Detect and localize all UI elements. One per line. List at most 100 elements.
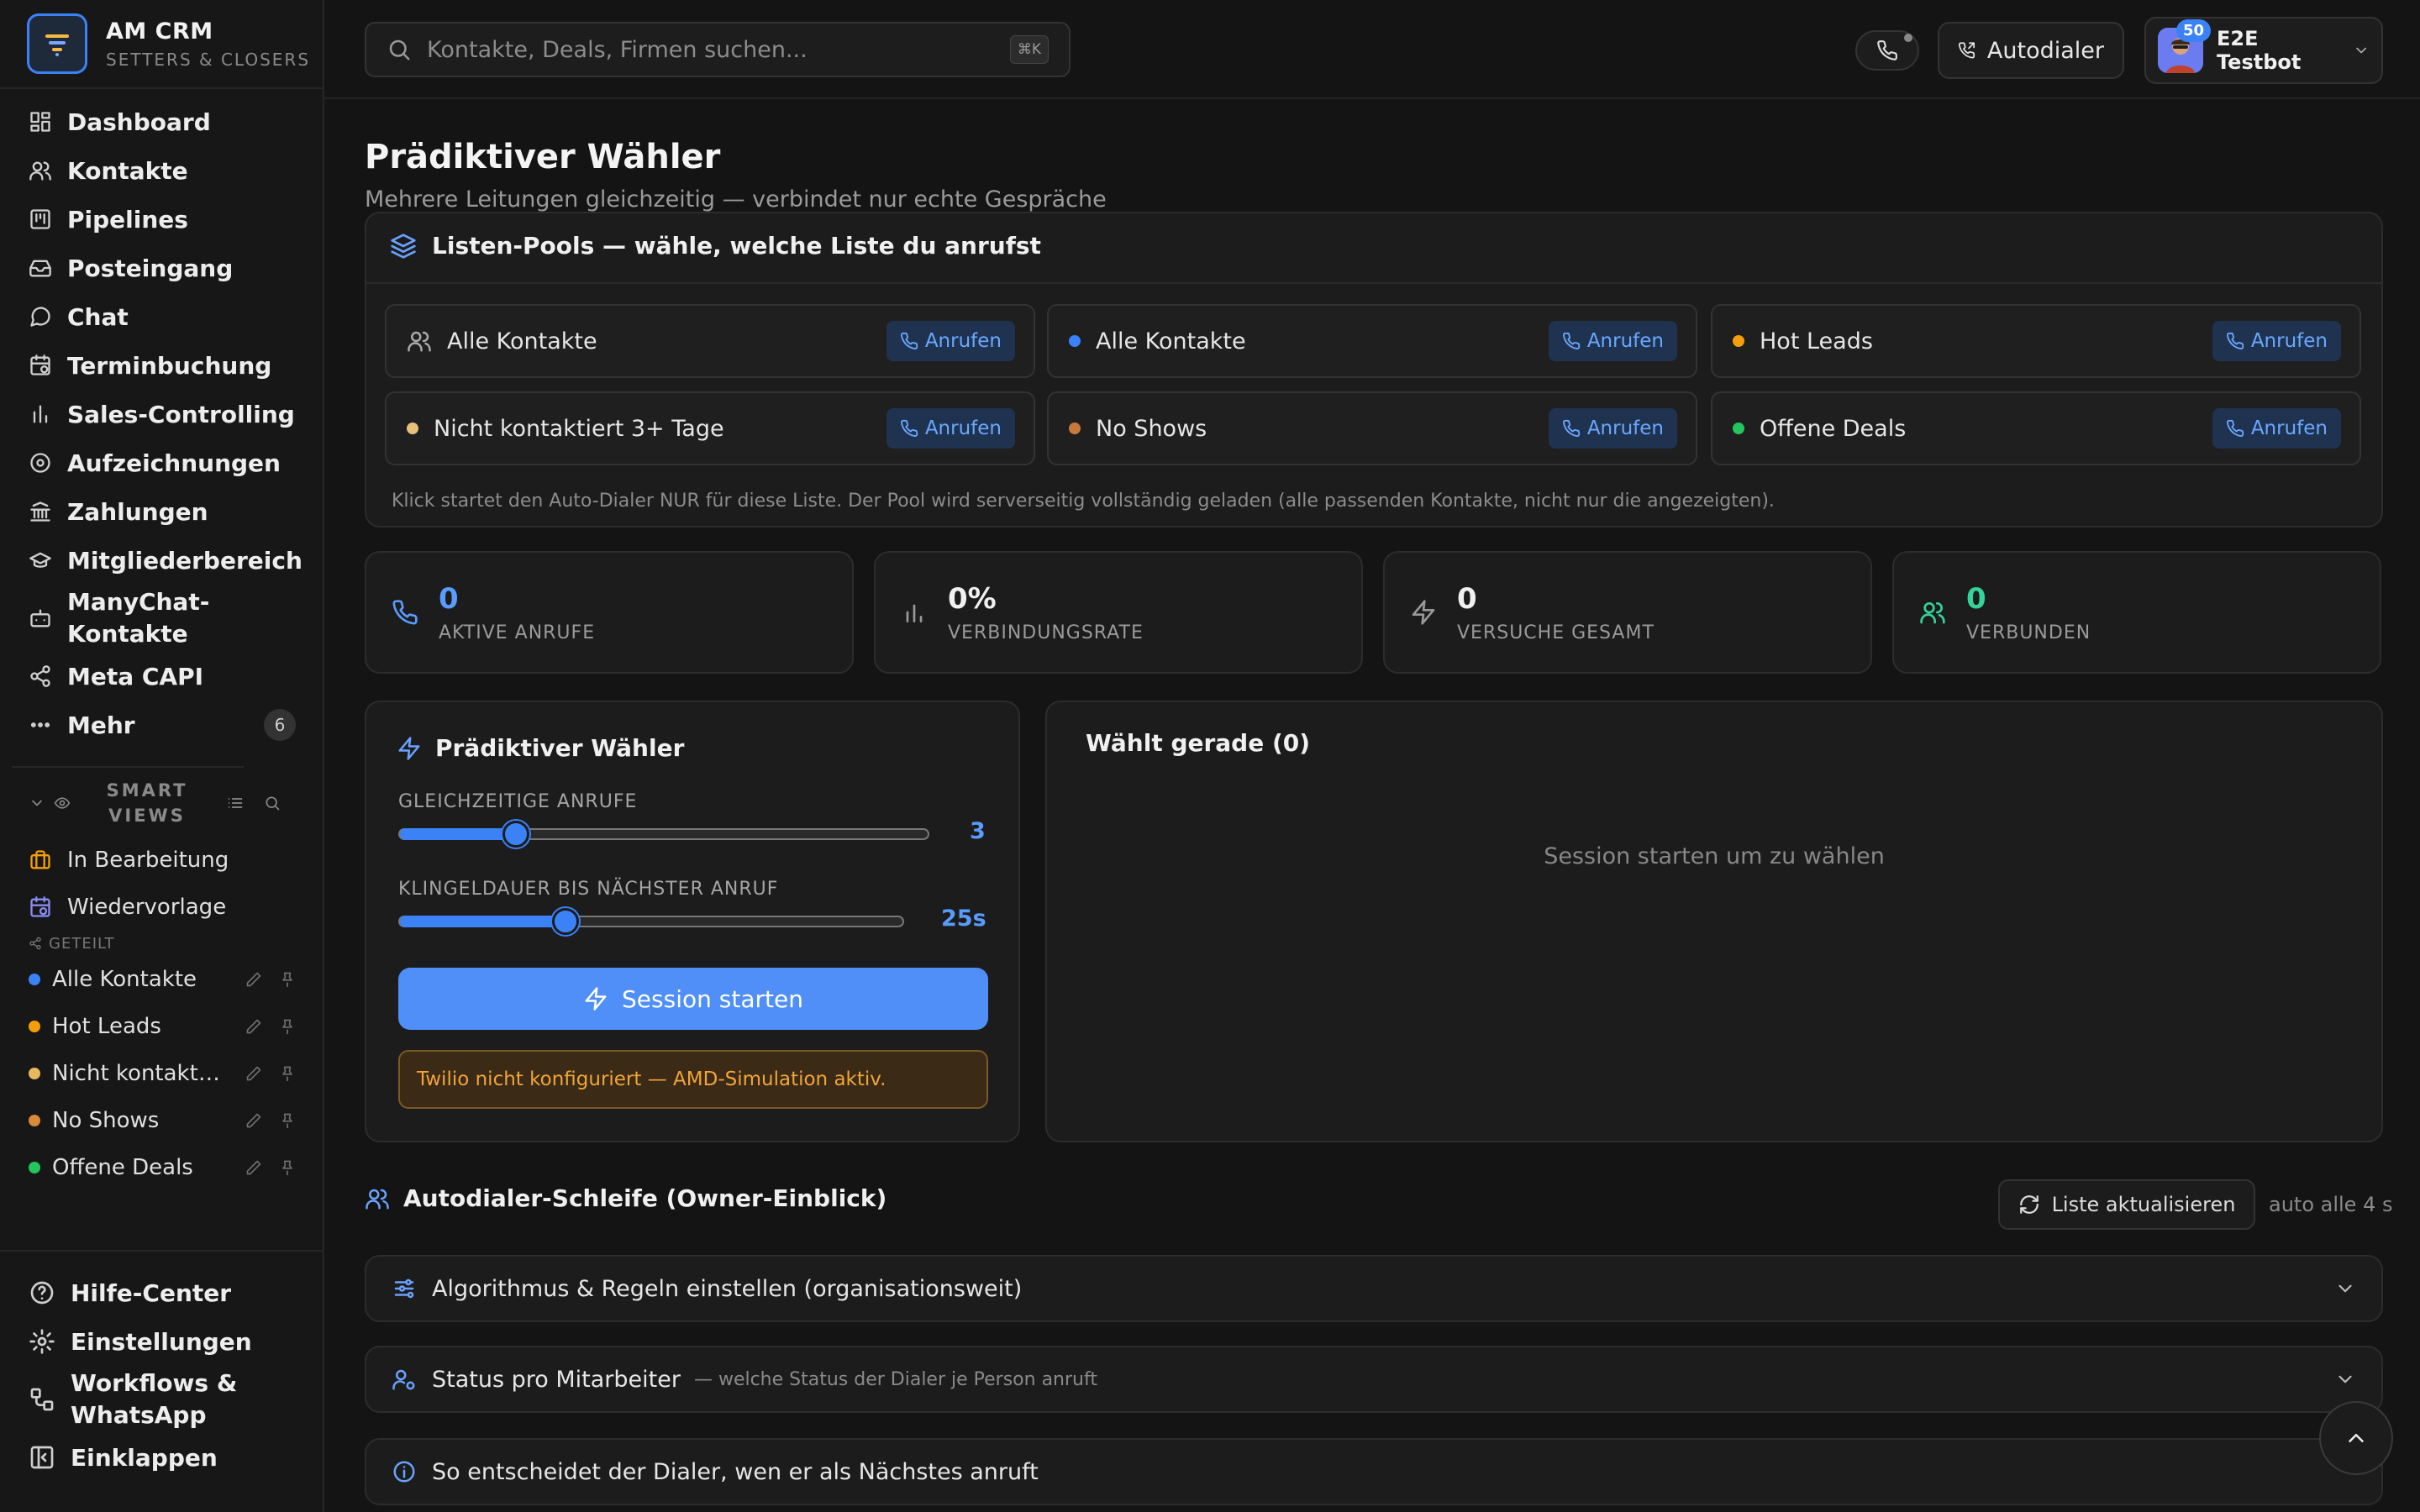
nav-aufzeichnungen[interactable]: Aufzeichnungen [0,438,324,487]
accordion-title: Status pro Mitarbeiter [432,1366,681,1393]
pool-offene-deals[interactable]: Offene Deals Anrufen [1711,391,2361,465]
refresh-list-button[interactable]: Liste aktualisieren [1998,1179,2255,1230]
pool-call-button[interactable]: Anrufen [1548,321,1677,361]
nav-chat-label: Chat [67,302,129,331]
search-input[interactable] [427,36,995,63]
pin-icon[interactable] [279,1159,296,1176]
autodialer-button[interactable]: Autodialer [1938,22,2124,79]
pin-icon[interactable] [279,1112,296,1129]
edit-pencil-icon[interactable] [245,1018,262,1035]
smart-view-wiedervorlage[interactable]: Wiedervorlage [0,884,324,931]
pin-icon[interactable] [279,971,296,988]
users-icon [1920,602,1945,624]
pools-title: Listen-Pools — wähle, welche Liste du an… [432,232,1041,260]
edit-pencil-icon[interactable] [245,971,262,988]
nav-einklappen[interactable]: Einklappen [0,1433,324,1482]
shared-view-nicht-kontaktiert[interactable]: Nicht kontaktiert 3+ Tage [0,1050,324,1097]
calendar-clock-icon [30,896,50,917]
user-name: E2E Testbot [2217,27,2302,74]
accordion-how-dialer-decides[interactable]: So entscheidet der Dialer, wen er als Nä… [365,1438,2383,1505]
sliders-icon [394,1278,414,1299]
nav-einstellungen[interactable]: Einstellungen [0,1317,324,1366]
nav-kontakte[interactable]: Kontakte [0,146,324,195]
slider-thumb[interactable] [502,821,530,848]
start-session-button[interactable]: Session starten [398,968,988,1030]
nav-chat[interactable]: Chat [0,292,324,341]
nav-sales-controlling[interactable]: Sales-Controlling [0,390,324,438]
pool-call-button[interactable]: Anrufen [886,408,1015,449]
chevron-down-icon [2355,47,2366,54]
sidebar-bottom: Hilfe-Center Einstellungen Workflows & W… [0,1268,324,1482]
divider [12,766,244,768]
pool-label: No Shows [1096,415,1207,442]
nav-zahlungen[interactable]: Zahlungen [0,487,324,536]
pool-call-button[interactable]: Anrufen [1548,408,1677,449]
nav-meta-capi[interactable]: Meta CAPI [0,652,324,701]
nav-terminbuchung-label: Terminbuchung [67,351,272,380]
nav-meta-capi-label: Meta CAPI [67,662,204,690]
edit-pencil-icon[interactable] [245,1065,262,1082]
edit-pencil-icon[interactable] [245,1112,262,1129]
stat-label: VERBUNDEN [1966,622,2091,643]
list-icon[interactable] [227,795,244,811]
eye-icon[interactable] [54,795,71,811]
page-subtitle: Mehrere Leitungen gleichzeitig — verbind… [365,186,1107,213]
phone-icon [1877,40,1897,60]
nav-kontakte-label: Kontakte [67,156,188,185]
search-shortcut-hint: ⌘K [1009,35,1049,64]
nav-manychat[interactable]: ManyChat-Kontakte [0,585,324,652]
nav-mehr-count-badge: 6 [264,709,296,741]
smart-view-in-bearbeitung[interactable]: In Bearbeitung [0,837,324,884]
pin-icon[interactable] [279,1018,296,1035]
phone-icon [1562,332,1580,349]
nav-terminbuchung[interactable]: Terminbuchung [0,341,324,390]
chevron-down-icon[interactable] [29,795,45,811]
phone-button[interactable] [1855,30,1919,71]
pin-icon[interactable] [279,1065,296,1082]
nav-posteingang[interactable]: Posteingang [0,244,324,292]
pools-note: Klick startet den Auto-Dialer NUR für di… [392,491,1775,512]
shared-section-label: GETEILT [0,931,324,956]
stat-label: AKTIVE ANRUFE [439,622,596,643]
pool-hot-leads[interactable]: Hot Leads Anrufen [1711,304,2361,378]
concurrent-calls-value: 3 [970,818,986,844]
smart-views-list: In Bearbeitung Wiedervorlage GETEILT All… [0,837,324,1191]
nav-hilfe-center[interactable]: Hilfe-Center [0,1268,324,1317]
list-pools-card: Listen-Pools — wähle, welche Liste du an… [365,212,2383,528]
scroll-to-top-button[interactable] [2319,1401,2393,1475]
pool-call-button[interactable]: Anrufen [886,321,1015,361]
accordion-status-per-employee[interactable]: Status pro Mitarbeiter — welche Status d… [365,1346,2383,1413]
accordion-algorithm-rules[interactable]: Algorithmus & Regeln einstellen (organis… [365,1255,2383,1322]
pool-label: Hot Leads [1760,328,1873,354]
start-session-label: Session starten [622,984,803,1013]
info-icon [393,1461,415,1483]
shared-view-alle-kontakte[interactable]: Alle Kontakte [0,956,324,1003]
global-search[interactable]: ⌘K [365,22,1071,77]
smart-views-header: SMART VIEWS [29,780,306,827]
nav-mitgliederbereich[interactable]: Mitgliederbereich [0,536,324,585]
shared-view-label: Hot Leads [52,1014,161,1039]
slider-thumb[interactable] [552,908,580,935]
graduation-cap-icon [29,552,51,568]
nav-mehr[interactable]: Mehr 6 [0,701,324,749]
nav-dashboard[interactable]: Dashboard [0,97,324,146]
phone-icon [1562,419,1580,437]
pool-alle-kontakte-smart[interactable]: Alle Kontakte Anrufen [1047,304,1697,378]
ring-duration-slider[interactable] [398,908,904,935]
pool-nicht-kontaktiert[interactable]: Nicht kontaktiert 3+ Tage Anrufen [385,391,1035,465]
pool-alle-kontakte[interactable]: Alle Kontakte Anrufen [385,304,1035,378]
nav-pipelines[interactable]: Pipelines [0,195,324,244]
pool-call-button[interactable]: Anrufen [2212,321,2341,361]
search-icon[interactable] [264,795,281,811]
shared-view-offene-deals[interactable]: Offene Deals [0,1144,324,1191]
shared-view-hot-leads[interactable]: Hot Leads [0,1003,324,1050]
edit-pencil-icon[interactable] [245,1159,262,1176]
user-menu-button[interactable]: 50 E2E Testbot [2144,17,2383,84]
shared-view-no-shows[interactable]: No Shows [0,1097,324,1144]
pool-call-button[interactable]: Anrufen [2212,408,2341,449]
nav-workflows[interactable]: Workflows & WhatsApp [0,1366,324,1433]
brand[interactable]: AM CRM SETTERS & CLOSERS [27,13,310,74]
concurrent-calls-slider[interactable] [398,821,929,848]
dashboard-icon [30,112,50,132]
pool-no-shows[interactable]: No Shows Anrufen [1047,391,1697,465]
